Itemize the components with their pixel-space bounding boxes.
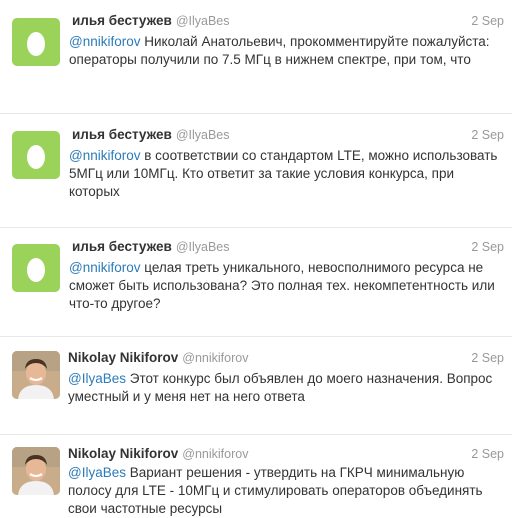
tweet-timestamp[interactable]: 2 Sep — [471, 445, 504, 463]
egg-avatar-icon[interactable] — [12, 18, 60, 66]
author-handle[interactable]: @IlyaBes — [176, 240, 230, 254]
tweet-header: илья бестужев @IlyaBes 2 Sep — [72, 126, 504, 144]
mention-link[interactable]: @IlyaBes — [68, 465, 126, 480]
tweet-header: Nikolay Nikiforov @nnikiforov 2 Sep — [68, 349, 504, 367]
author-handle[interactable]: @IlyaBes — [176, 14, 230, 28]
tweet-text: @IlyaBes Вариант решения - утвердить на … — [68, 464, 504, 518]
tweet-timestamp[interactable]: 2 Sep — [471, 238, 504, 256]
tweet-text: @IlyaBes Этот конкурс был объявлен до мо… — [68, 370, 504, 406]
user-photo-icon[interactable] — [12, 447, 60, 495]
mention-link[interactable]: @nnikiforov — [69, 148, 140, 163]
tweet-text: @nnikiforov целая треть уникального, нев… — [69, 259, 504, 313]
tweet-text: @nnikiforov в соответствии со стандартом… — [69, 147, 504, 201]
tweet-body: Этот конкурс был объявлен до моего назна… — [68, 371, 493, 404]
user-photo-icon[interactable] — [12, 351, 60, 399]
tweet: Nikolay Nikiforov @nnikiforov 2 Sep @Ilya… — [0, 337, 512, 435]
author-handle[interactable]: @IlyaBes — [176, 128, 230, 142]
tweet-header: илья бестужев @IlyaBes 2 Sep — [72, 12, 504, 30]
tweet-body: Вариант решения - утвердить на ГКРЧ мини… — [68, 465, 483, 516]
author-name[interactable]: илья бестужев — [72, 239, 172, 254]
author-handle[interactable]: @nnikiforov — [182, 351, 248, 365]
tweet-timestamp[interactable]: 2 Sep — [471, 126, 504, 144]
tweet-text: @nnikiforov Николай Анатольевич, прокомм… — [69, 33, 504, 69]
mention-link[interactable]: @nnikiforov — [69, 34, 140, 49]
tweet-header: илья бестужев @IlyaBes 2 Sep — [72, 238, 504, 256]
tweet-feed: илья бестужев @IlyaBes 2 Sep @nnikiforov … — [0, 0, 512, 518]
egg-avatar-icon[interactable] — [12, 131, 60, 179]
tweet-header: Nikolay Nikiforov @nnikiforov 2 Sep — [68, 445, 504, 463]
author-name[interactable]: илья бестужев — [72, 127, 172, 142]
tweet-timestamp[interactable]: 2 Sep — [471, 349, 504, 367]
tweet: илья бестужев @IlyaBes 2 Sep @nnikiforov … — [0, 228, 512, 337]
author-name[interactable]: Nikolay Nikiforov — [68, 350, 178, 365]
author-handle[interactable]: @nnikiforov — [182, 447, 248, 461]
tweet: илья бестужев @IlyaBes 2 Sep @nnikiforov … — [0, 0, 512, 114]
author-name[interactable]: илья бестужев — [72, 13, 172, 28]
tweet: илья бестужев @IlyaBes 2 Sep @nnikiforov … — [0, 114, 512, 228]
author-name[interactable]: Nikolay Nikiforov — [68, 446, 178, 461]
mention-link[interactable]: @nnikiforov — [69, 260, 140, 275]
tweet-timestamp[interactable]: 2 Sep — [471, 12, 504, 30]
egg-avatar-icon[interactable] — [12, 244, 60, 292]
tweet: Nikolay Nikiforov @nnikiforov 2 Sep @Ilya… — [0, 435, 512, 518]
mention-link[interactable]: @IlyaBes — [68, 371, 126, 386]
